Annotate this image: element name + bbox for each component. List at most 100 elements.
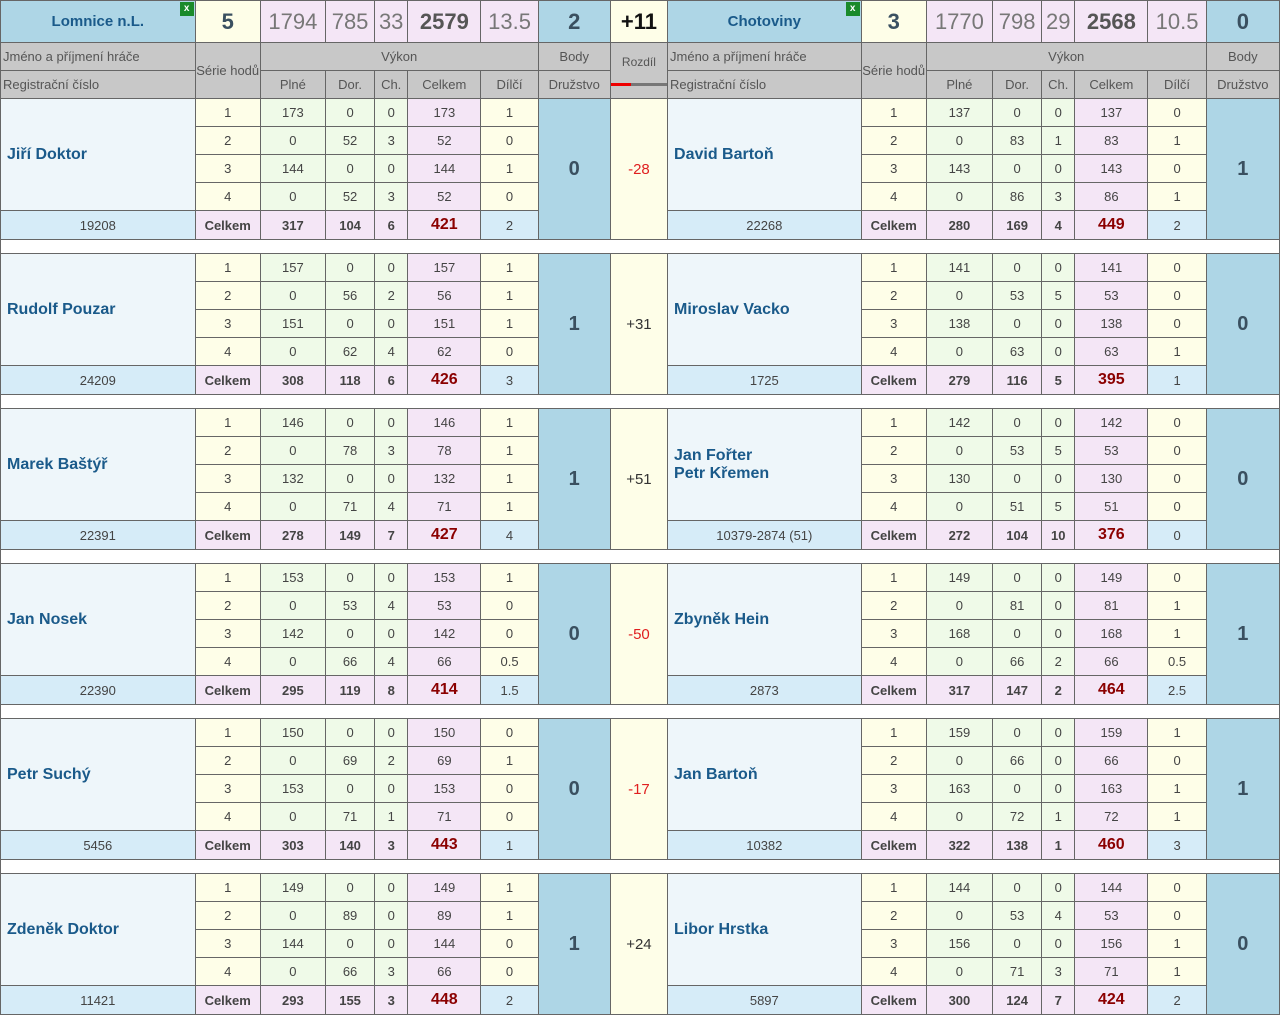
celkem-value: 144 (407, 154, 482, 183)
ch-value: 4 (374, 492, 409, 521)
serie-number: 4 (194, 647, 261, 676)
dor-value: 53 (324, 591, 376, 620)
celkem-value: 144 (1074, 873, 1149, 902)
excel-icon[interactable]: x (845, 2, 860, 16)
home-player-name: Rudolf Pouzar (0, 253, 196, 366)
match-diff: +31 (609, 253, 669, 395)
away-player-name: Miroslav Vacko (667, 253, 862, 366)
serie-number: 1 (860, 873, 927, 902)
player-name-line[interactable]: Marek Baštýř (7, 456, 194, 474)
serie-number: 2 (860, 281, 927, 310)
serie-number: 2 (860, 901, 927, 930)
serie-number: 3 (194, 464, 261, 493)
plne-value: 142 (925, 408, 994, 437)
ch-value: 0 (1041, 774, 1076, 803)
player-name-line[interactable]: Jan Bartoň (674, 766, 860, 784)
away-player-name: David Bartoň (667, 98, 862, 211)
total-dilci: 1 (1147, 365, 1207, 395)
ch-value: 5 (1041, 436, 1076, 465)
player-name-line[interactable]: Zdeněk Doktor (7, 921, 194, 939)
total-ch: 8 (374, 675, 409, 705)
ch-value: 0 (1041, 873, 1076, 902)
total-dilci: 2.5 (1147, 675, 1207, 705)
celkem-value: 137 (1074, 98, 1149, 127)
ch-value: 0 (374, 464, 409, 493)
dor-label: Dor. (992, 70, 1043, 99)
dilci-value: 0 (1147, 901, 1207, 930)
total-celkem: 443 (407, 830, 482, 860)
serie-number: 3 (194, 154, 261, 183)
away-match-points: 0 (1205, 873, 1280, 1015)
plne-value: 0 (259, 182, 327, 211)
player-name-line[interactable]: Rudolf Pouzar (7, 301, 194, 319)
plne-value: 0 (925, 337, 994, 366)
excel-icon[interactable]: x (179, 2, 194, 16)
player-name-line[interactable]: David Bartoň (674, 146, 860, 164)
serie-number: 1 (194, 98, 261, 127)
total-dor: 104 (992, 520, 1043, 550)
dilci-value: 0 (1147, 492, 1207, 521)
dor-value: 0 (324, 619, 376, 648)
home-team-name[interactable]: Lomnice n.L. (52, 13, 145, 30)
celkem-value: 71 (1074, 957, 1149, 986)
celkem-value: 51 (1074, 492, 1149, 521)
total-ch: 7 (1041, 985, 1076, 1015)
dor-value: 0 (992, 718, 1043, 747)
ch-value: 1 (374, 802, 409, 831)
player-name-line[interactable]: Zbyněk Hein (674, 611, 860, 629)
total-ch: 2 (1041, 675, 1076, 705)
dilci-value: 0.5 (480, 647, 539, 676)
player-name-line[interactable]: Miroslav Vacko (674, 301, 860, 319)
player-name-line[interactable]: Jan Fořter (674, 447, 860, 465)
dor-value: 0 (992, 464, 1043, 493)
vykon-label: Výkon (925, 42, 1207, 71)
ch-value: 0 (374, 619, 409, 648)
match-table: Lomnice n.L. x 5 1794 785 33 2579 13.5 2 … (0, 0, 1280, 1015)
plne-value: 0 (259, 647, 327, 676)
serie-label: Série hodů (860, 42, 927, 99)
celkem-value: 142 (1074, 408, 1149, 437)
dilci-value: 1 (1147, 957, 1207, 986)
dor-value: 71 (324, 492, 376, 521)
total-plne: 295 (259, 675, 327, 705)
player-name-line[interactable]: Jan Nosek (7, 611, 194, 629)
reg-label: Registrační číslo (667, 70, 862, 99)
celkem-value: 53 (1074, 436, 1149, 465)
ch-value: 0 (1041, 253, 1076, 282)
ch-value: 0 (1041, 619, 1076, 648)
celkem-value: 142 (407, 619, 482, 648)
player-name-line[interactable]: Petr Křemen (674, 465, 860, 483)
match-spacer (0, 859, 1280, 874)
total-ch: 6 (374, 365, 409, 395)
player-name-line[interactable]: Petr Suchý (7, 766, 194, 784)
ch-value: 0 (374, 901, 409, 930)
away-player-name: Zbyněk Hein (667, 563, 862, 676)
match-spacer (0, 549, 1280, 564)
celkem-label: Celkem (1074, 70, 1149, 99)
player-name-line[interactable]: Libor Hrstka (674, 921, 860, 939)
dilci-value: 0.5 (1147, 647, 1207, 676)
table-row: Marek Baštýř 1 146 0 0 146 1 1 +51 Jan Fořter Petr… (0, 408, 1280, 550)
serie-number: 3 (860, 309, 927, 338)
dor-value: 0 (324, 873, 376, 902)
serie-number: 1 (194, 408, 261, 437)
total-ch: 3 (374, 985, 409, 1015)
total-plne: 317 (259, 210, 327, 240)
dor-value: 71 (324, 802, 376, 831)
dor-value: 0 (324, 774, 376, 803)
table-row: Rudolf Pouzar 1 157 0 0 157 1 1 +31 Miroslav Vack… (0, 253, 1280, 395)
home-team-plne: 1794 (259, 0, 327, 43)
dilci-value: 0 (1147, 253, 1207, 282)
plne-value: 0 (259, 492, 327, 521)
dor-value: 0 (324, 408, 376, 437)
dilci-value: 1 (480, 281, 539, 310)
away-team-name[interactable]: Chotoviny (728, 13, 801, 30)
plne-value: 137 (925, 98, 994, 127)
ch-value: 0 (374, 563, 409, 592)
table-row: Jiří Doktor 1 173 0 0 173 1 0 -28 David Bartoň 1 13… (0, 98, 1280, 240)
player-name-line[interactable]: Jiří Doktor (7, 146, 194, 164)
plne-value: 153 (259, 774, 327, 803)
dilci-value: 0 (1147, 563, 1207, 592)
total-label: Celkem (860, 365, 927, 395)
total-plne: 280 (925, 210, 994, 240)
